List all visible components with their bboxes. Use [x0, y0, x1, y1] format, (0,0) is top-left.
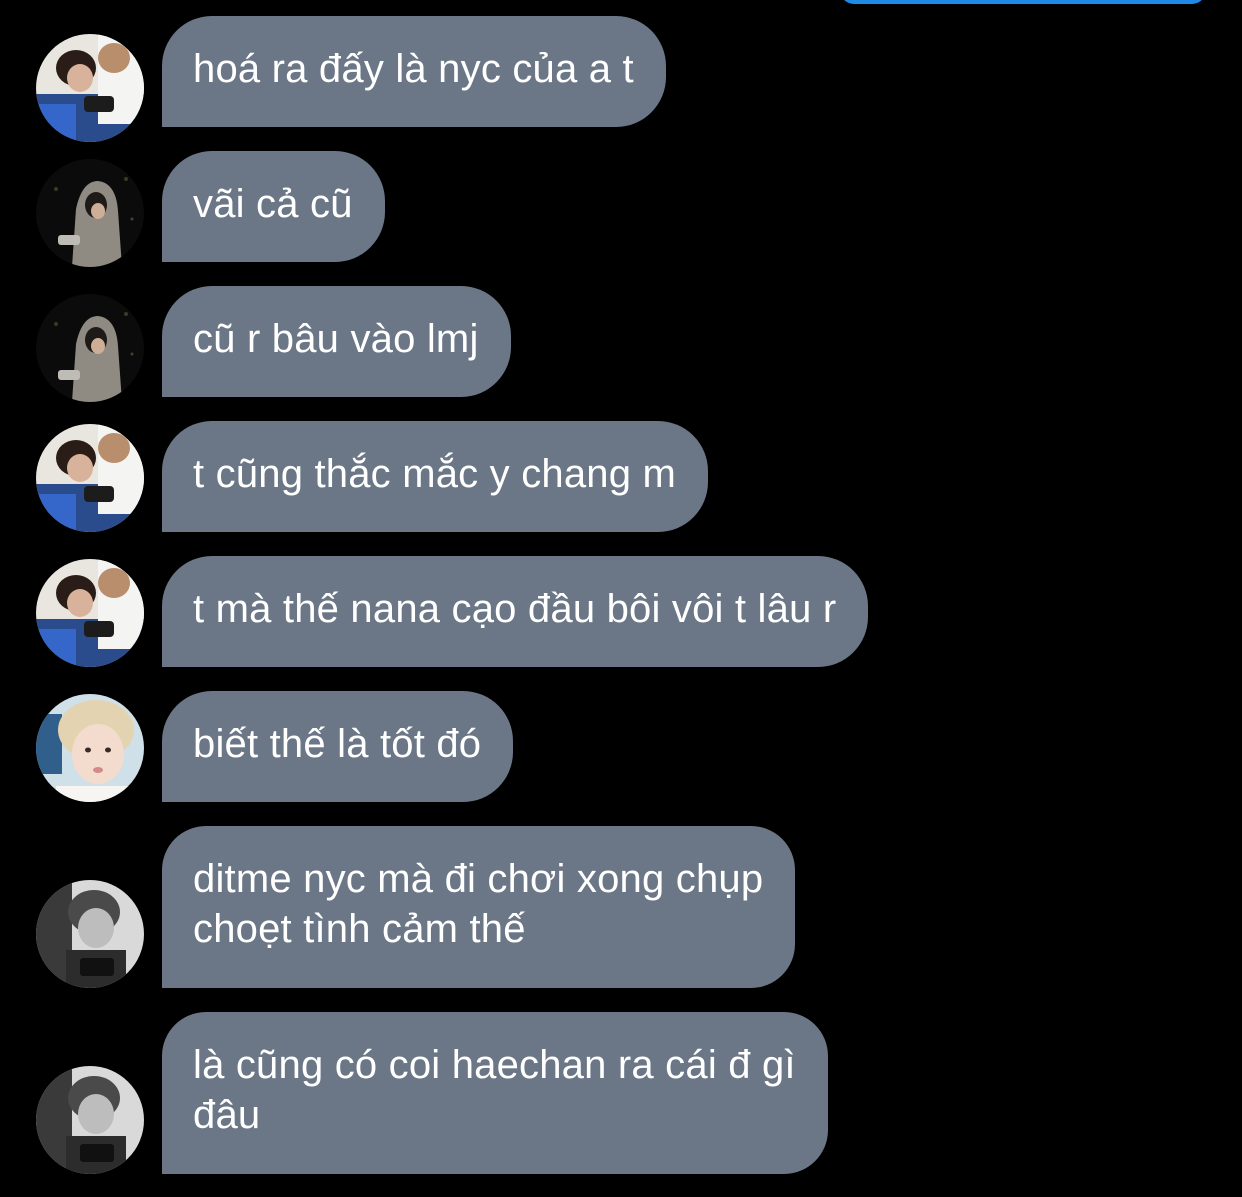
message-text-line: là cũng có coi haechan ra cái đ gì [193, 1043, 796, 1087]
message-text: hoá ra đấy là nyc của a t [193, 47, 634, 91]
avatar[interactable] [36, 880, 144, 988]
avatar[interactable] [36, 694, 144, 802]
message-row: biết thế là tốt đó [0, 691, 1242, 802]
message-text: vãi cả cũ [193, 182, 353, 226]
message-bubble[interactable]: t mà thế nana cạo đầu bôi vôi t lâu r [162, 556, 869, 667]
avatar-photo-hooded-person [36, 294, 144, 402]
message-text-line: ditme nyc mà đi chơi xong chụp [193, 857, 764, 901]
message-row: là cũng có coi haechan ra cái đ gì đâu [0, 1012, 1242, 1174]
avatar[interactable] [36, 559, 144, 667]
avatar-photo-two-people [36, 34, 144, 142]
message-bubble[interactable]: biết thế là tốt đó [162, 691, 514, 802]
avatar-photo-two-people [36, 559, 144, 667]
message-text: biết thế là tốt đó [193, 722, 482, 766]
message-row: vãi cả cũ [0, 151, 1242, 267]
avatar[interactable] [36, 1066, 144, 1174]
message-text: t mà thế nana cạo đầu bôi vôi t lâu r [193, 587, 837, 631]
avatar-photo-monochrome-person [36, 880, 144, 988]
avatar[interactable] [36, 34, 144, 142]
avatar[interactable] [36, 294, 144, 402]
message-row: cũ r bâu vào lmj [0, 286, 1242, 402]
message-bubble[interactable]: cũ r bâu vào lmj [162, 286, 511, 397]
message-text-line: choẹt tình cảm thế [193, 907, 526, 951]
message-thread: hoá ra đấy là nyc của a t vãi cả cũ cũ r… [0, 0, 1242, 1197]
avatar-photo-two-people [36, 424, 144, 532]
message-row: t mà thế nana cạo đầu bôi vôi t lâu r [0, 556, 1242, 667]
message-bubble[interactable]: hoá ra đấy là nyc của a t [162, 16, 666, 127]
message-bubble[interactable]: là cũng có coi haechan ra cái đ gì đâu [162, 1012, 828, 1174]
avatar[interactable] [36, 159, 144, 267]
message-text-line: đâu [193, 1093, 261, 1137]
message-row: hoá ra đấy là nyc của a t [0, 16, 1242, 142]
avatar-photo-monochrome-person [36, 1066, 144, 1174]
message-row: t cũng thắc mắc y chang m [0, 421, 1242, 532]
message-text: t cũng thắc mắc y chang m [193, 452, 677, 496]
message-bubble[interactable]: vãi cả cũ [162, 151, 385, 262]
avatar-photo-blond-person [36, 694, 144, 802]
message-text: cũ r bâu vào lmj [193, 317, 479, 361]
avatar-photo-hooded-person [36, 159, 144, 267]
message-bubble[interactable]: t cũng thắc mắc y chang m [162, 421, 709, 532]
avatar[interactable] [36, 424, 144, 532]
message-row: ditme nyc mà đi chơi xong chụp choẹt tìn… [0, 826, 1242, 988]
message-bubble[interactable]: ditme nyc mà đi chơi xong chụp choẹt tìn… [162, 826, 796, 988]
